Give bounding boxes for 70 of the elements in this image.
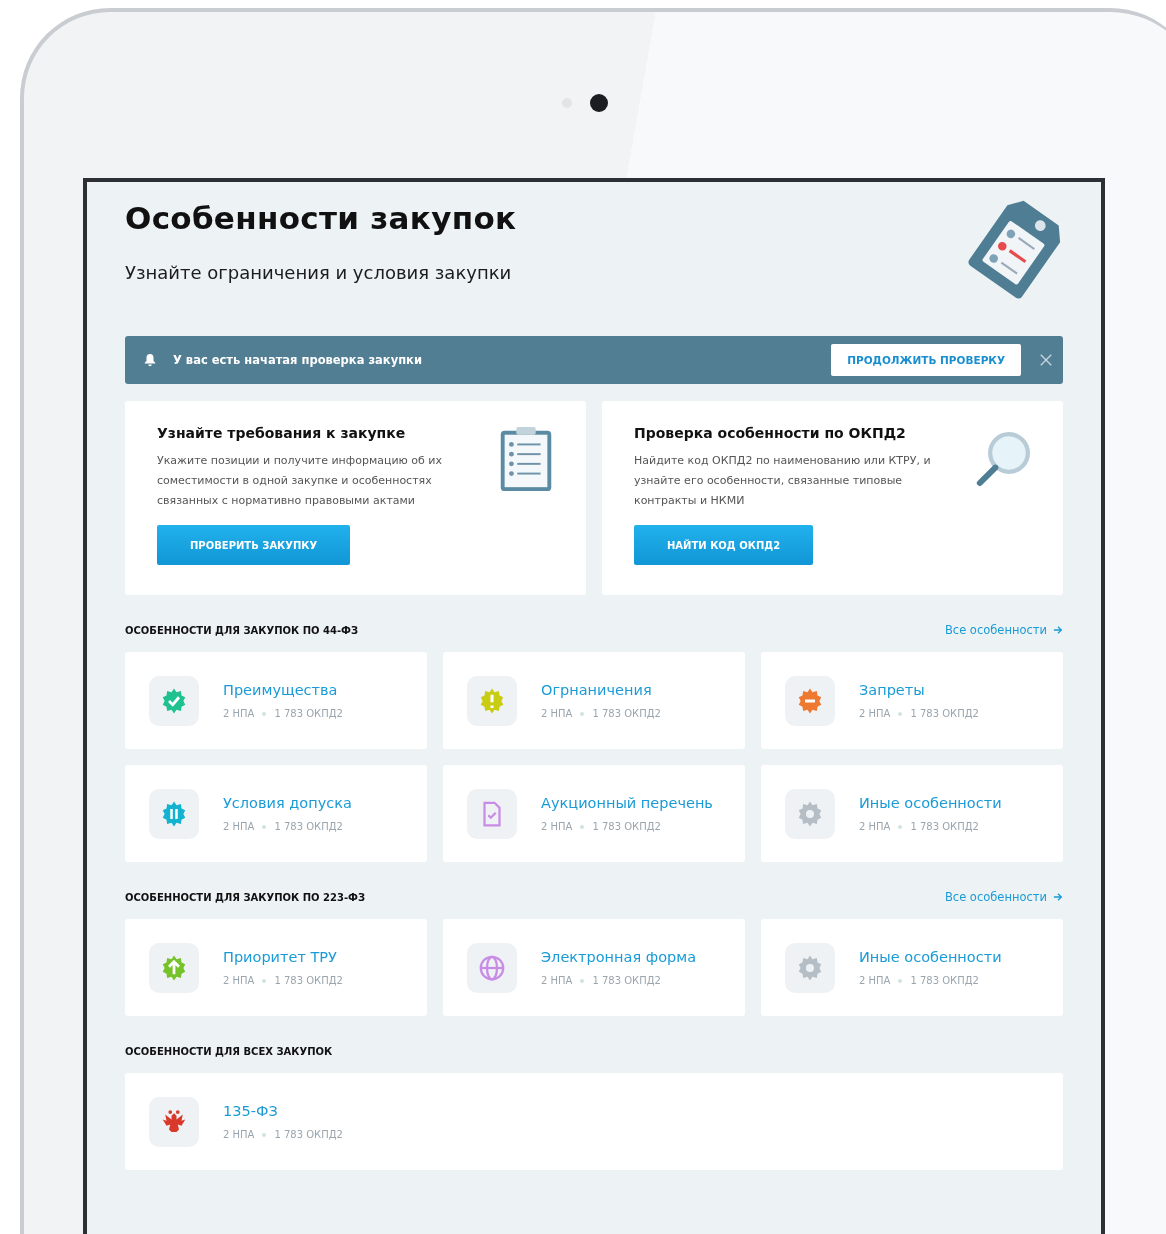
okpd-count: 1 783 ОКПД2 [910, 708, 979, 719]
npa-count: 2 НПА [223, 975, 255, 986]
feature-card[interactable]: Условия допуска 2 НПА 1 783 ОКПД2 [125, 765, 427, 862]
separator-dot-icon [898, 711, 903, 716]
okpd-count: 1 783 ОКПД2 [592, 975, 661, 986]
separator-dot-icon [262, 978, 267, 983]
arrow-right-icon [1053, 625, 1063, 635]
page-subtitle: Узнайте ограничения и условия закупки [125, 262, 513, 283]
npa-count: 2 НПА [859, 975, 891, 986]
separator-dot-icon [262, 711, 267, 716]
all-features-link[interactable]: Все особенности [944, 890, 1063, 904]
separator-dot-icon [262, 824, 267, 829]
okpd-count: 1 783 ОКПД2 [274, 708, 343, 719]
feature-card[interactable]: Иные особенности 2 НПА 1 783 ОКПД2 [761, 919, 1063, 1016]
feature-title: Огрнаничения [541, 682, 653, 698]
arrow-right-icon [1053, 892, 1063, 902]
separator-dot-icon [898, 978, 903, 983]
npa-count: 2 НПА [223, 1129, 255, 1140]
feature-title: Иные особенности [859, 795, 1002, 811]
npa-count: 2 НПА [541, 975, 573, 986]
feature-title: Условия допуска [223, 795, 352, 811]
feature-title: Электронная форма [541, 949, 697, 965]
npa-count: 2 НПА [223, 708, 255, 719]
promo-description: Найдите код ОКПД2 по наименованию или КТРУ, и узнайте его особенности, связанные типовые контракты и НКМИ [634, 453, 932, 509]
okpd-count: 1 783 ОКПД2 [274, 821, 343, 832]
feature-card[interactable]: Аукционный перечень 2 НПА 1 783 ОКПД2 [443, 765, 745, 862]
promo-title: Проверка особенности по ОКПД2 [634, 425, 907, 441]
separator-dot-icon [898, 824, 903, 829]
promo-button[interactable]: НАЙТИ КОД ОКПД2 [634, 525, 814, 565]
feature-title: Приоритет ТРУ [223, 949, 338, 965]
feature-card[interactable]: Огрнаничения 2 НПА 1 783 ОКПД2 [443, 652, 745, 749]
npa-count: 2 НПА [541, 708, 573, 719]
bell-icon [143, 353, 157, 367]
npa-count: 2 НПА [541, 821, 573, 832]
feature-title: Преимущества [223, 682, 339, 698]
promo-title: Узнайте требования к закупке [157, 425, 407, 441]
camera-icon [590, 94, 608, 112]
feature-title: Запреты [859, 682, 926, 698]
section-title: ОСОБЕННОСТИ ДЛЯ ЗАКУПОК ПО 44-ФЗ [125, 624, 359, 636]
okpd-count: 1 783 ОКПД2 [592, 821, 661, 832]
feature-card[interactable]: Электронная форма 2 НПА 1 783 ОКПД2 [443, 919, 745, 1016]
notice-text: У вас есть начатая проверка закупки [173, 353, 423, 367]
section-title: ОСОБЕННОСТИ ДЛЯ ВСЕХ ЗАКУПОК [125, 1045, 333, 1057]
feature-card[interactable]: Запреты 2 НПА 1 783 ОКПД2 [761, 652, 1063, 749]
okpd-count: 1 783 ОКПД2 [274, 1129, 343, 1140]
npa-count: 2 НПА [859, 708, 891, 719]
feature-title: 135-ФЗ [223, 1103, 279, 1119]
section-title: ОСОБЕННОСТИ ДЛЯ ЗАКУПОК ПО 223-ФЗ [125, 891, 366, 903]
feature-card[interactable]: Приоритет ТРУ 2 НПА 1 783 ОКПД2 [125, 919, 427, 1016]
separator-dot-icon [580, 978, 585, 983]
page-title: Особенности закупок [125, 200, 517, 236]
feature-card[interactable]: Преимущества 2 НПА 1 783 ОКПД2 [125, 652, 427, 749]
npa-count: 2 НПА [223, 821, 255, 832]
all-features-link[interactable]: Все особенности [944, 623, 1063, 637]
okpd-count: 1 783 ОКПД2 [592, 708, 661, 719]
close-icon[interactable] [1039, 353, 1053, 367]
separator-dot-icon [262, 1132, 267, 1137]
okpd-count: 1 783 ОКПД2 [910, 821, 979, 832]
feature-title: Аукционный перечень [541, 795, 713, 811]
okpd-count: 1 783 ОКПД2 [274, 975, 343, 986]
promo-description: Укажите позиции и получите информацию об их соместимости в одной закупке и особенностях связанных с нормативно правовыми актами [157, 453, 443, 509]
feature-title: Иные особенности [859, 949, 1002, 965]
npa-count: 2 НПА [859, 821, 891, 832]
separator-dot-icon [580, 711, 585, 716]
okpd-count: 1 783 ОКПД2 [910, 975, 979, 986]
promo-button[interactable]: ПРОВЕРИТЬ ЗАКУПКУ [157, 525, 351, 565]
continue-button[interactable]: ПРОДОЛЖИТЬ ПРОВЕРКУ [831, 344, 1021, 376]
feature-card[interactable]: 135-ФЗ 2 НПА 1 783 ОКПД2 [125, 1073, 1063, 1170]
separator-dot-icon [580, 824, 585, 829]
feature-card[interactable]: Иные особенности 2 НПА 1 783 ОКПД2 [761, 765, 1063, 862]
